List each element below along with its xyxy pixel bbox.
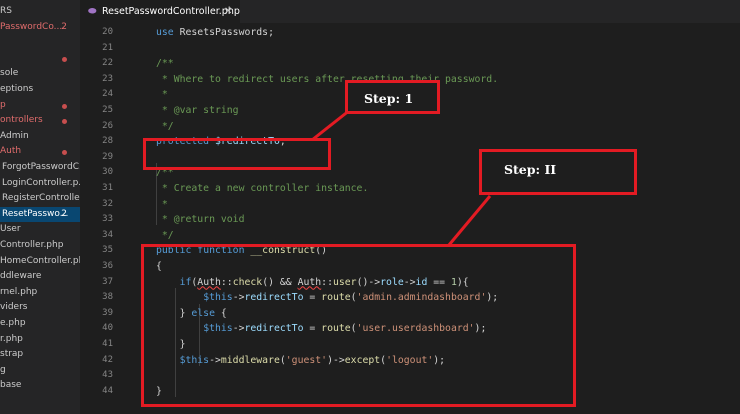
step2-label: Step: II (504, 162, 557, 177)
step1-connector-line (311, 108, 351, 142)
step1-highlight-box (143, 138, 331, 170)
step2-label-box: Step: II (479, 149, 637, 195)
step1-label-box: Step: 1 (345, 80, 440, 114)
step2-connector-line (447, 195, 492, 246)
step2-highlight-box (141, 244, 576, 407)
step1-label: Step: 1 (364, 91, 414, 106)
